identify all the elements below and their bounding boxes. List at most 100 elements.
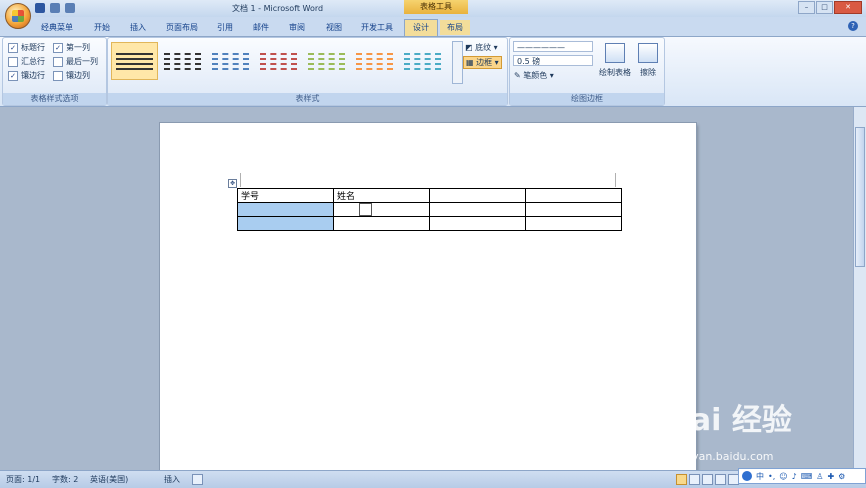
option-banded-rows-label: 镶边行: [21, 71, 45, 80]
pen-color-label: 笔颜色: [523, 71, 548, 80]
status-word-count[interactable]: 字数: 2: [52, 474, 78, 485]
draw-table-button[interactable]: 绘制表格: [599, 43, 631, 78]
option-banded-rows[interactable]: ✓ 镶边行: [8, 70, 45, 81]
ime-toolbar[interactable]: 中 •, ☺ ♪ ⌨ ♙ ✚ ⚙: [738, 468, 866, 484]
ime-emoji-icon[interactable]: ☺: [779, 472, 787, 481]
tab-page-layout[interactable]: 页面布局: [158, 20, 206, 35]
undo-icon[interactable]: [50, 3, 60, 13]
table-style-swatch[interactable]: [255, 42, 302, 80]
ime-punct-icon[interactable]: •,: [768, 472, 775, 481]
document-table[interactable]: 学号 姓名: [237, 188, 622, 231]
checkbox-banded-columns[interactable]: [53, 70, 63, 81]
ime-keyboard-icon[interactable]: ⌨: [801, 472, 813, 481]
tab-developer[interactable]: 开发工具: [354, 20, 400, 35]
office-button[interactable]: [5, 3, 31, 29]
table-style-swatch[interactable]: [351, 42, 398, 80]
scrollbar-thumb[interactable]: [855, 127, 865, 267]
checkbox-header-row[interactable]: ✓: [8, 42, 18, 53]
table-cell[interactable]: 学号: [237, 188, 334, 203]
table-cell-selected[interactable]: [237, 202, 334, 217]
vertical-scrollbar[interactable]: [853, 107, 866, 470]
quick-access-toolbar: [35, 3, 75, 13]
status-bar: 页面: 1/1 字数: 2 英语(美国) 插入: [0, 470, 866, 488]
table-style-swatch[interactable]: [111, 42, 158, 80]
tab-references[interactable]: 引用: [208, 20, 242, 35]
tab-design[interactable]: 设计: [404, 19, 438, 36]
close-button[interactable]: ✕: [834, 1, 862, 14]
outline-icon[interactable]: [715, 474, 726, 485]
table-cell[interactable]: [525, 202, 622, 217]
shading-button[interactable]: ◩ 底纹 ▾: [465, 42, 498, 53]
paste-cursor-icon: [359, 203, 372, 216]
tab-insert[interactable]: 插入: [122, 20, 154, 35]
watermark-url: jingyan.baidu.com: [672, 450, 774, 463]
table-style-swatch[interactable]: [159, 42, 206, 80]
borders-button[interactable]: ▦ 边框 ▾: [463, 56, 502, 69]
tab-classic-menu[interactable]: 经典菜单: [34, 20, 80, 35]
table-move-handle-icon[interactable]: ✥: [228, 179, 237, 188]
table-cell-selected[interactable]: [237, 216, 334, 231]
table-cell[interactable]: [525, 216, 622, 231]
checkbox-last-column[interactable]: [53, 56, 63, 67]
option-header-row-label: 标题行: [21, 43, 45, 52]
full-screen-icon[interactable]: [689, 474, 700, 485]
ribbon-tabs: 经典菜单 开始 插入 页面布局 引用 邮件 审阅 视图 开发工具 设计 布局 ?: [0, 17, 866, 37]
ribbon: ✓ 标题行 ✓ 第一列 汇总行 最后一列 ✓ 镶边行 镶边列 表格样式选项 ◩ 底纹 …: [0, 37, 866, 107]
borders-label: 边框: [476, 58, 493, 67]
table-cell[interactable]: [525, 188, 622, 203]
margin-mark-right: [615, 173, 616, 187]
checkbox-first-column[interactable]: ✓: [53, 42, 63, 53]
line-style-select[interactable]: ——————: [513, 41, 593, 52]
window-controls: – □ ✕: [798, 1, 862, 14]
tab-review[interactable]: 审阅: [280, 20, 314, 35]
tab-home[interactable]: 开始: [84, 20, 120, 35]
table-style-swatch[interactable]: [207, 42, 254, 80]
option-last-column[interactable]: 最后一列: [53, 56, 98, 67]
option-total-row[interactable]: 汇总行: [8, 56, 45, 67]
gallery-scroll[interactable]: [452, 41, 463, 84]
eraser-button[interactable]: 擦除: [638, 43, 658, 78]
print-layout-icon[interactable]: [676, 474, 687, 485]
pen-color-button[interactable]: ✎ 笔颜色 ▾: [514, 70, 554, 81]
minimize-button[interactable]: –: [798, 1, 815, 14]
status-page[interactable]: 页面: 1/1: [6, 474, 40, 485]
redo-icon[interactable]: [65, 3, 75, 13]
ime-settings-icon[interactable]: ⚙: [838, 472, 845, 481]
tab-mailings[interactable]: 邮件: [244, 20, 278, 35]
option-first-column[interactable]: ✓ 第一列: [53, 42, 90, 53]
option-header-row[interactable]: ✓ 标题行: [8, 42, 45, 53]
ime-language[interactable]: 中: [756, 471, 764, 482]
table-style-options-label: 表格样式选项: [3, 93, 106, 105]
maximize-button[interactable]: □: [816, 1, 833, 14]
status-insert-mode[interactable]: 插入: [164, 474, 180, 485]
option-banded-columns[interactable]: 镶边列: [53, 70, 90, 81]
eraser-label: 擦除: [640, 68, 656, 77]
ime-shirt-icon[interactable]: ✚: [827, 472, 834, 481]
document-page[interactable]: ✥ 学号 姓名: [160, 123, 696, 483]
macro-record-icon[interactable]: [192, 474, 203, 485]
table-cell[interactable]: [333, 202, 430, 217]
window-title: 文档 1 - Microsoft Word: [232, 4, 324, 13]
watermark-logo: Bai 经验: [668, 403, 792, 438]
table-style-swatch[interactable]: [399, 42, 446, 80]
checkbox-banded-rows[interactable]: ✓: [8, 70, 18, 81]
ime-user-icon[interactable]: ♙: [816, 472, 823, 481]
tab-view[interactable]: 视图: [316, 20, 352, 35]
table-cell[interactable]: [429, 216, 526, 231]
tab-layout[interactable]: 布局: [440, 20, 470, 35]
table-cell[interactable]: [333, 216, 430, 231]
view-switcher: [676, 474, 739, 485]
save-icon[interactable]: [35, 3, 45, 13]
title-bar: 文档 1 - Microsoft Word 表格工具 – □ ✕: [0, 0, 866, 29]
table-style-swatch[interactable]: [303, 42, 350, 80]
table-cell[interactable]: [429, 188, 526, 203]
table-style-options-group: ✓ 标题行 ✓ 第一列 汇总行 最后一列 ✓ 镶边行 镶边列 表格样式选项: [2, 37, 107, 106]
table-cell[interactable]: 姓名: [333, 188, 430, 203]
status-language[interactable]: 英语(美国): [90, 474, 128, 485]
ime-mic-icon[interactable]: ♪: [792, 472, 797, 481]
web-layout-icon[interactable]: [702, 474, 713, 485]
table-cell[interactable]: [429, 202, 526, 217]
help-icon[interactable]: ?: [848, 21, 858, 31]
checkbox-total-row[interactable]: [8, 56, 18, 67]
line-weight-select[interactable]: 0.5 磅: [513, 55, 593, 66]
